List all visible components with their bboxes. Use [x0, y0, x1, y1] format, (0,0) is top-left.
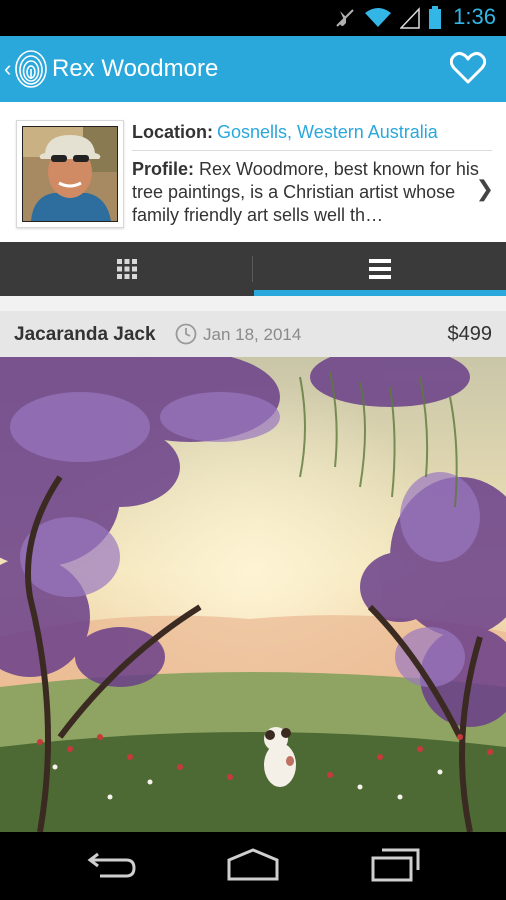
tab-list-view[interactable] [253, 242, 506, 296]
view-tab-bar [0, 242, 506, 296]
avatar-frame [16, 120, 124, 228]
profile-description: Profile: Rex Woodmore, best known for hi… [132, 158, 482, 227]
recents-nav-icon[interactable] [370, 846, 422, 882]
artwork-image[interactable] [0, 357, 506, 832]
grid-icon [116, 259, 137, 279]
status-icons [334, 6, 442, 30]
back-icon[interactable]: ‹ [4, 56, 11, 82]
artist-profile-card[interactable]: Location: Gosnells, Western Australia Pro… [0, 102, 506, 242]
mute-icon [336, 9, 354, 27]
artwork-date: Jan 18, 2014 [203, 325, 302, 344]
signal-icon [400, 7, 420, 29]
fingerprint-logo-icon[interactable] [14, 49, 48, 89]
location-row: Location: Gosnells, Western Australia [132, 122, 438, 143]
artwork-title: Jacaranda Jack [14, 324, 156, 345]
heart-icon[interactable] [450, 51, 486, 85]
home-nav-icon[interactable] [226, 846, 280, 882]
wifi-icon [365, 8, 391, 27]
selected-tab-indicator [254, 290, 506, 296]
status-time: 1:36 [453, 4, 496, 29]
artwork-header[interactable]: Jacaranda Jack Jan 18, 2014 $499 [0, 311, 506, 357]
location-link[interactable]: Gosnells, Western Australia [217, 122, 438, 142]
chevron-right-icon[interactable]: ❯ [476, 176, 494, 202]
profile-divider [132, 150, 492, 151]
list-icon [368, 259, 391, 279]
profile-label: Profile: [132, 159, 195, 179]
clock-icon [175, 323, 197, 345]
page-title: Rex Woodmore [52, 55, 219, 82]
location-label: Location: [132, 122, 213, 142]
avatar [22, 126, 118, 222]
back-nav-icon[interactable] [86, 846, 138, 882]
battery-icon [429, 6, 441, 29]
status-bar: 1:36 [0, 0, 506, 36]
system-nav-bar [0, 832, 506, 900]
tab-grid-view[interactable] [0, 242, 253, 296]
artwork-price: $499 [447, 323, 493, 345]
action-bar: ‹ Rex Woodmore [0, 36, 506, 102]
